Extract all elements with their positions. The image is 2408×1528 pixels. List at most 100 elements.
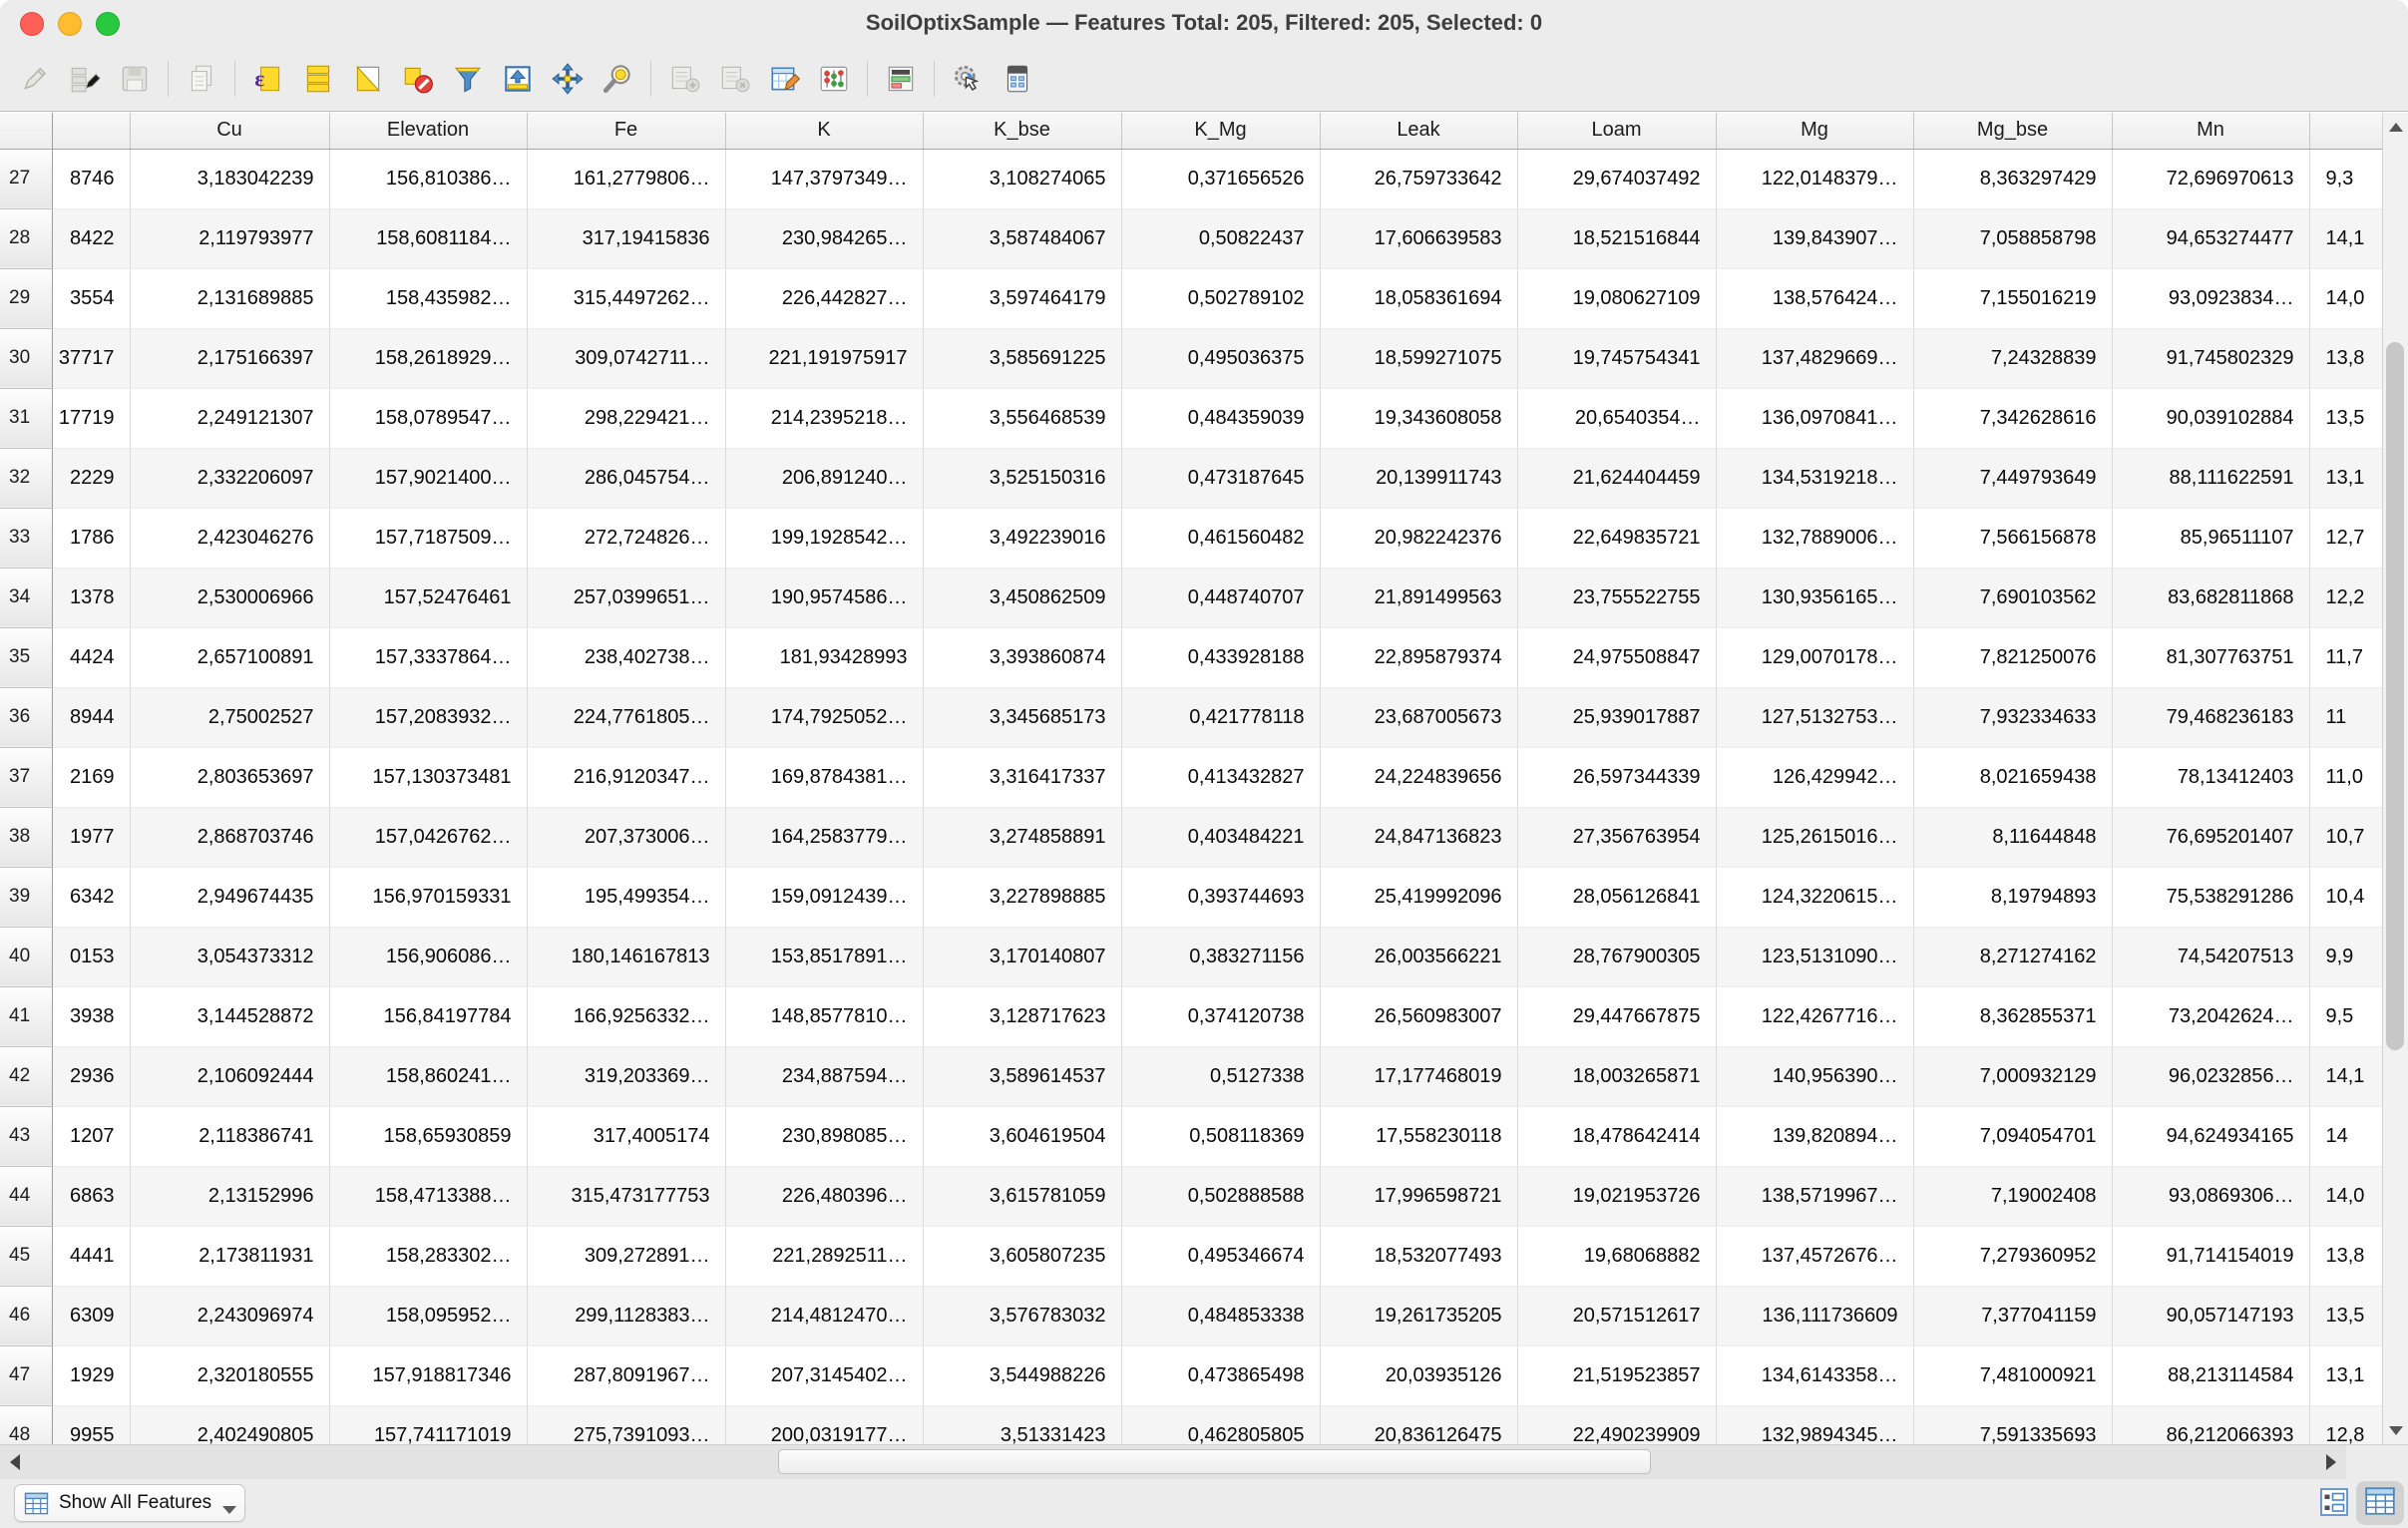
cell[interactable]: 7,19002408 xyxy=(1913,1166,2112,1226)
cell[interactable]: 8,363297429 xyxy=(1913,149,2112,208)
cell[interactable]: 127,5132753… xyxy=(1716,687,1913,747)
cell[interactable]: 158,435982… xyxy=(329,268,527,328)
cell[interactable]: 85,96511107 xyxy=(2112,508,2309,568)
cell[interactable]: 20,139911743 xyxy=(1320,448,1517,508)
cell[interactable]: 22,490239909 xyxy=(1517,1405,1716,1444)
cell[interactable]: 24,847136823 xyxy=(1320,807,1517,867)
field-calculator-button[interactable] xyxy=(759,57,809,101)
cell[interactable]: 125,2615016… xyxy=(1716,807,1913,867)
column-header-mg_bse[interactable]: Mg_bse xyxy=(1913,113,2112,149)
cell[interactable]: 230,898085… xyxy=(725,1106,923,1166)
cell[interactable]: 8422 xyxy=(52,208,130,268)
cell[interactable]: 20,982242376 xyxy=(1320,508,1517,568)
cell[interactable]: 21,624404459 xyxy=(1517,448,1716,508)
cell[interactable]: 2,423046276 xyxy=(130,508,329,568)
cell[interactable]: 224,7761805… xyxy=(527,687,725,747)
cell[interactable]: 158,4713388… xyxy=(329,1166,527,1226)
cell[interactable]: 28,056126841 xyxy=(1517,867,1716,927)
cell[interactable]: 7,24328839 xyxy=(1913,328,2112,388)
cell[interactable]: 88,213114584 xyxy=(2112,1345,2309,1405)
select-all-button[interactable] xyxy=(293,57,343,101)
cell[interactable]: 7,094054701 xyxy=(1913,1106,2112,1166)
cell[interactable]: 2,75002527 xyxy=(130,687,329,747)
cell[interactable]: 81,307763751 xyxy=(2112,627,2309,687)
cell[interactable]: 123,5131090… xyxy=(1716,927,1913,986)
cell[interactable]: 2,243096974 xyxy=(130,1286,329,1345)
cell[interactable]: 157,918817346 xyxy=(329,1345,527,1405)
cell[interactable]: 138,576424… xyxy=(1716,268,1913,328)
cell[interactable]: 28,767900305 xyxy=(1517,927,1716,986)
cell[interactable]: 0,403484221 xyxy=(1121,807,1320,867)
cell[interactable]: 200,0319177… xyxy=(725,1405,923,1444)
cell[interactable]: 11 xyxy=(2309,687,2382,747)
column-header-fe[interactable]: Fe xyxy=(527,113,725,149)
cell[interactable]: 126,429942… xyxy=(1716,747,1913,807)
cell[interactable]: 94,653274477 xyxy=(2112,208,2309,268)
multiedit-button[interactable] xyxy=(60,57,110,101)
cell[interactable]: 0,461560482 xyxy=(1121,508,1320,568)
cell[interactable]: 2,131689885 xyxy=(130,268,329,328)
cell[interactable]: 3,054373312 xyxy=(130,927,329,986)
cell[interactable]: 73,2042624… xyxy=(2112,986,2309,1046)
cell[interactable]: 157,52476461 xyxy=(329,568,527,627)
cell[interactable]: 3,615781059 xyxy=(923,1166,1121,1226)
row-number[interactable]: 46 xyxy=(0,1286,52,1345)
cell[interactable]: 2,868703746 xyxy=(130,807,329,867)
cell[interactable]: 140,956390… xyxy=(1716,1046,1913,1106)
cell[interactable]: 230,984265… xyxy=(725,208,923,268)
cell[interactable]: 3,144528872 xyxy=(130,986,329,1046)
cell[interactable]: 91,745802329 xyxy=(2112,328,2309,388)
table-settings-button[interactable] xyxy=(993,57,1042,101)
vertical-scrollbar[interactable] xyxy=(2382,113,2408,1444)
cell[interactable]: 214,2395218… xyxy=(725,388,923,448)
cell[interactable]: 75,538291286 xyxy=(2112,867,2309,927)
cell[interactable]: 0,383271156 xyxy=(1121,927,1320,986)
cell[interactable]: 0,502888588 xyxy=(1121,1166,1320,1226)
cell[interactable]: 19,080627109 xyxy=(1517,268,1716,328)
cell[interactable]: 2936 xyxy=(52,1046,130,1106)
cell[interactable]: 122,4267716… xyxy=(1716,986,1913,1046)
cell[interactable]: 3,544988226 xyxy=(923,1345,1121,1405)
deselect-all-button[interactable] xyxy=(393,57,443,101)
cell[interactable]: 7,591335693 xyxy=(1913,1405,2112,1444)
cell[interactable]: 3,605807235 xyxy=(923,1226,1121,1286)
cell[interactable]: 3,170140807 xyxy=(923,927,1121,986)
cell[interactable]: 130,9356165… xyxy=(1716,568,1913,627)
cell[interactable]: 19,68068882 xyxy=(1517,1226,1716,1286)
cell[interactable]: 7,342628616 xyxy=(1913,388,2112,448)
cell[interactable]: 3,274858891 xyxy=(923,807,1121,867)
cell[interactable]: 1786 xyxy=(52,508,130,568)
filter-select-button[interactable] xyxy=(443,57,493,101)
cell[interactable]: 138,5719967… xyxy=(1716,1166,1913,1226)
column-header-k[interactable]: K xyxy=(725,113,923,149)
cell[interactable]: 8746 xyxy=(52,149,130,208)
cell[interactable]: 7,058858798 xyxy=(1913,208,2112,268)
cell[interactable]: 2169 xyxy=(52,747,130,807)
conditional-formatting-button[interactable] xyxy=(809,57,859,101)
column-header-clipped-left[interactable] xyxy=(52,113,130,149)
cell[interactable]: 3,604619504 xyxy=(923,1106,1121,1166)
cell[interactable]: 26,597344339 xyxy=(1517,747,1716,807)
cell[interactable]: 161,2779806… xyxy=(527,149,725,208)
cell[interactable]: 79,468236183 xyxy=(2112,687,2309,747)
cell[interactable]: 7,377041159 xyxy=(1913,1286,2112,1345)
cell[interactable]: 221,2892511… xyxy=(725,1226,923,1286)
cell[interactable]: 24,975508847 xyxy=(1517,627,1716,687)
cell[interactable]: 4424 xyxy=(52,627,130,687)
cell[interactable]: 0,495036375 xyxy=(1121,328,1320,388)
cell[interactable]: 319,203369… xyxy=(527,1046,725,1106)
cell[interactable]: 8,362855371 xyxy=(1913,986,2112,1046)
cell[interactable]: 93,0923834… xyxy=(2112,268,2309,328)
cell[interactable]: 2,13152996 xyxy=(130,1166,329,1226)
cell[interactable]: 94,624934165 xyxy=(2112,1106,2309,1166)
cell[interactable]: 157,7187509… xyxy=(329,508,527,568)
column-header-k_mg[interactable]: K_Mg xyxy=(1121,113,1320,149)
scroll-up-button[interactable] xyxy=(2383,113,2408,141)
row-number[interactable]: 38 xyxy=(0,807,52,867)
cell[interactable]: 0,495346674 xyxy=(1121,1226,1320,1286)
cell[interactable]: 158,095952… xyxy=(329,1286,527,1345)
row-number[interactable]: 42 xyxy=(0,1046,52,1106)
cell[interactable]: 3,108274065 xyxy=(923,149,1121,208)
cell[interactable]: 156,970159331 xyxy=(329,867,527,927)
cell[interactable]: 2,332206097 xyxy=(130,448,329,508)
